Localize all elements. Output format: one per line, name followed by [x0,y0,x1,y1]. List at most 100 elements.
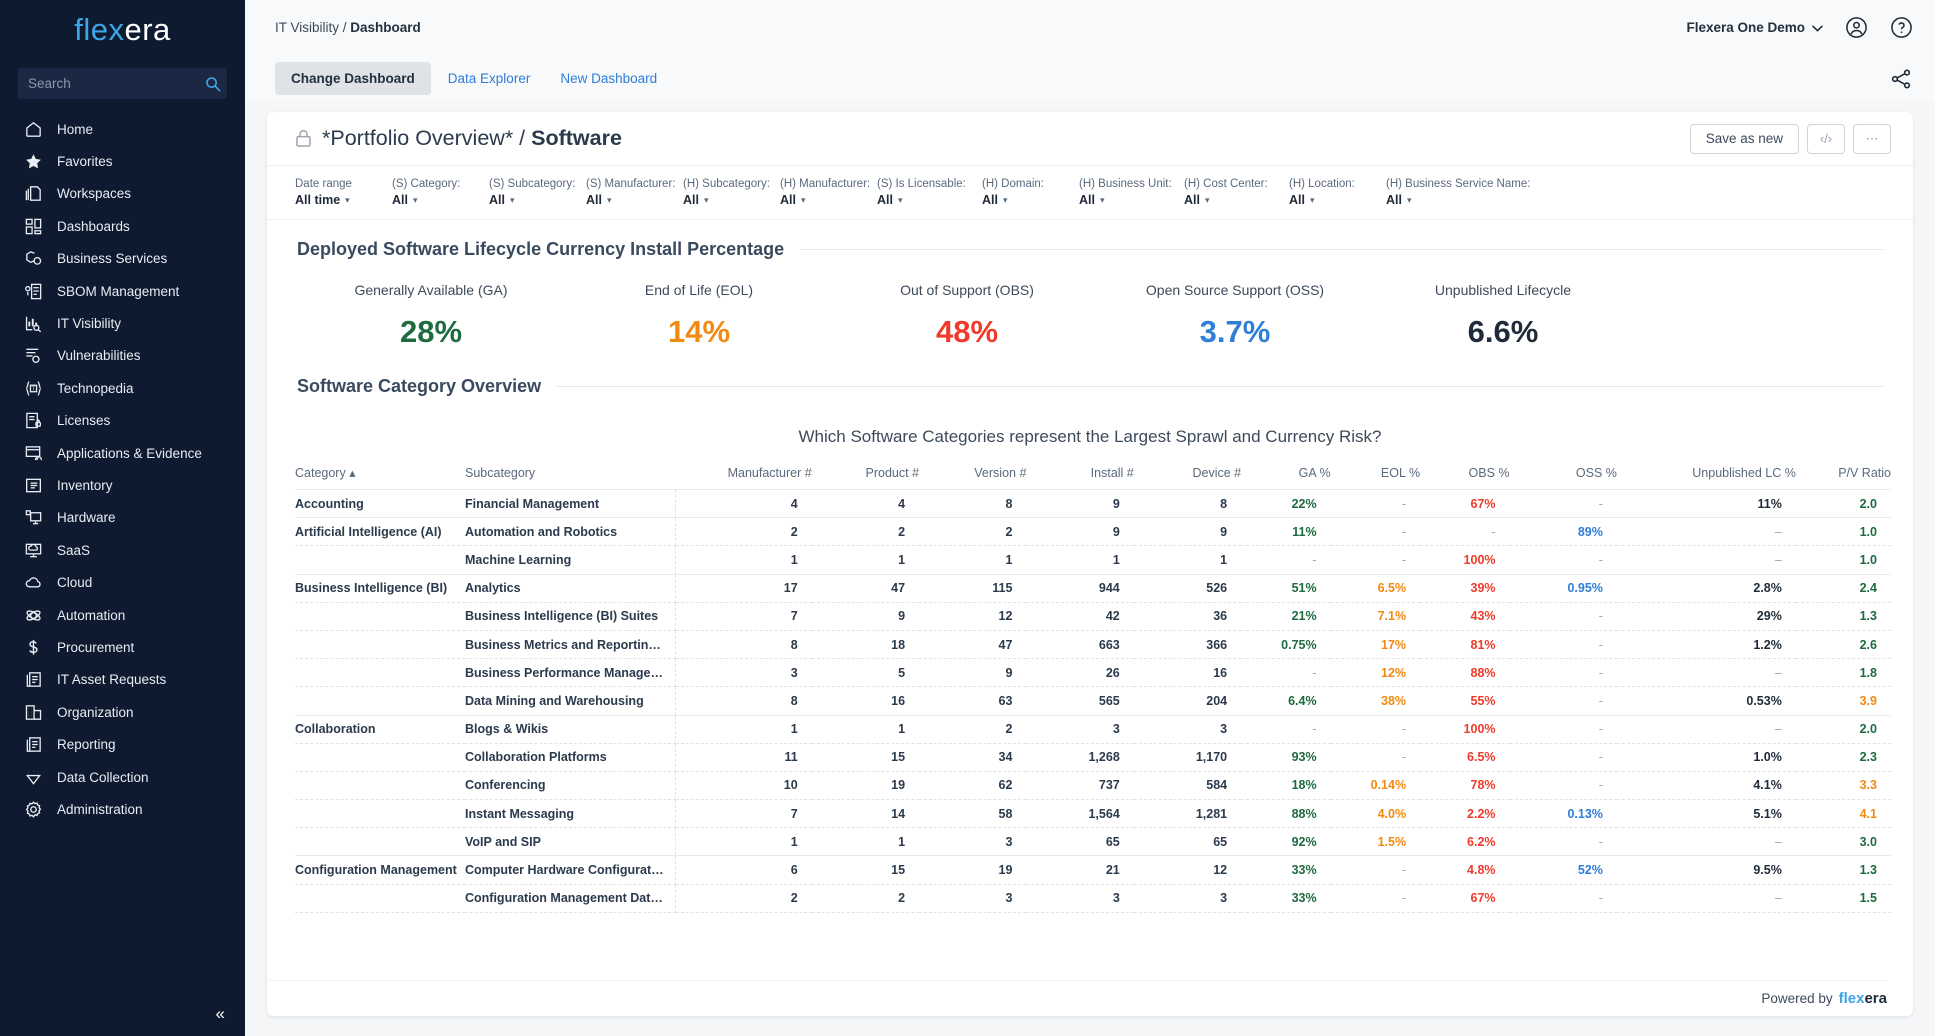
sidebar-item-it-visibility[interactable]: IT Visibility [0,307,245,339]
col-device-count[interactable]: Device # [1134,465,1241,490]
filter-h-manufacturer[interactable]: (H) Manufacturer: All▾ [780,177,877,209]
kpi-generally-available: Generally Available (GA) 28% [297,282,565,350]
sidebar-item-data-collection[interactable]: Data Collection [0,761,245,793]
account-circle-icon[interactable] [1845,16,1868,39]
filter-value[interactable]: All▾ [780,192,877,209]
code-view-button[interactable]: ‹/› [1807,124,1845,154]
tenant-selector[interactable]: Flexera One Demo [1686,20,1823,35]
search-input[interactable] [28,76,205,91]
filter-date-range[interactable]: Date range All time▾ [295,177,392,209]
sidebar-item-sbom-management[interactable]: SBOM Management [0,275,245,307]
sidebar-item-hardware[interactable]: Hardware [0,502,245,534]
filter-value[interactable]: All▾ [982,192,1079,209]
sidebar-item-inventory[interactable]: Inventory [0,469,245,501]
sidebar-item-technopedia[interactable]: T Technopedia [0,372,245,404]
sidebar-item-administration[interactable]: Administration [0,793,245,825]
filter-s-subcategory[interactable]: (S) Subcategory: All▾ [489,177,586,209]
col-unpublished-lc-percent[interactable]: Unpublished LC % [1617,465,1796,490]
table-row[interactable]: Machine Learning11111--100%-–1.0 [295,546,1891,574]
table-row[interactable]: Business Intelligence (BI) Suites7912423… [295,602,1891,630]
sidebar-item-home[interactable]: Home [0,113,245,145]
kpi-unpublished-lifecycle: Unpublished Lifecycle 6.6% [1369,282,1637,350]
table-row[interactable]: Instant Messaging714581,5641,28188%4.0%2… [295,800,1891,828]
table-row[interactable]: Configuration ManagementComputer Hardwar… [295,856,1891,884]
sidebar-item-procurement[interactable]: Procurement [0,631,245,663]
filter-value[interactable]: All▾ [392,192,489,209]
filter-value[interactable]: All▾ [1289,192,1386,209]
search-box[interactable] [18,68,227,99]
filter-h-location[interactable]: (H) Location: All▾ [1289,177,1386,209]
sidebar-item-organization[interactable]: Organization [0,696,245,728]
sidebar-item-business-services[interactable]: Business Services [0,243,245,275]
col-eol-percent[interactable]: EOL % [1331,465,1420,490]
sidebar-item-automation[interactable]: Automation [0,599,245,631]
table-row[interactable]: Conferencing10196273758418%0.14%78%-4.1%… [295,771,1891,799]
col-product-count[interactable]: Product # [812,465,919,490]
cell-manufacturer: 4 [675,490,811,518]
sidebar-item-reporting[interactable]: Reporting [0,728,245,760]
table-row[interactable]: Data Mining and Warehousing816635652046.… [295,687,1891,715]
filter-s-manufacturer[interactable]: (S) Manufacturer: All▾ [586,177,683,209]
table-row[interactable]: CollaborationBlogs & Wikis11233--100%-–2… [295,715,1891,743]
help-circle-icon[interactable] [1890,16,1913,39]
col-pv-ratio[interactable]: P/V Ratio [1796,465,1891,490]
cell-product: 15 [812,743,919,771]
sidebar-item-favorites[interactable]: Favorites [0,145,245,177]
sidebar-item-it-asset-requests[interactable]: IT Asset Requests [0,664,245,696]
cell-subcategory: Collaboration Platforms [465,743,675,771]
table-row[interactable]: AccountingFinancial Management4489822%-6… [295,490,1891,518]
filter-h-subcategory[interactable]: (H) Subcategory: All▾ [683,177,780,209]
sidebar-item-saas[interactable]: SaaS [0,534,245,566]
dashboard-header-actions: Save as new ‹/› ⋯ [1690,124,1891,154]
filter-s-category[interactable]: (S) Category: All▾ [392,177,489,209]
sidebar-item-label: Technopedia [57,381,134,396]
sidebar-item-workspaces[interactable]: Workspaces [0,178,245,210]
filter-value[interactable]: All▾ [1184,192,1289,209]
breadcrumb-parent[interactable]: IT Visibility / [275,20,350,35]
tab-data-explorer[interactable]: Data Explorer [435,62,544,95]
collapse-sidebar-button[interactable]: « [216,1005,225,1022]
sidebar-item-vulnerabilities[interactable]: Vulnerabilities [0,340,245,372]
sidebar-item-cloud[interactable]: Cloud [0,566,245,598]
sidebar-item-label: Favorites [57,154,113,169]
share-icon[interactable] [1889,67,1913,91]
col-ga-percent[interactable]: GA % [1241,465,1330,490]
tab-change-dashboard[interactable]: Change Dashboard [275,62,431,95]
table-row[interactable]: Collaboration Platforms1115341,2681,1709… [295,743,1891,771]
filter-value[interactable]: All▾ [683,192,780,209]
filter-value[interactable]: All time▾ [295,192,392,209]
col-manufacturer-count[interactable]: Manufacturer # [675,465,811,490]
filter-value[interactable]: All▾ [1079,192,1184,209]
filter-h-business-unit[interactable]: (H) Business Unit: All▾ [1079,177,1184,209]
cell-obs: 4.8% [1420,856,1509,884]
table-row[interactable]: Configuration Management Databa...223333… [295,884,1891,912]
sidebar-item-dashboards[interactable]: Dashboards [0,210,245,242]
filter-h-cost-center[interactable]: (H) Cost Center: All▾ [1184,177,1289,209]
col-subcategory[interactable]: Subcategory [465,465,675,490]
filter-value[interactable]: All▾ [1386,192,1491,209]
table-row[interactable]: VoIP and SIP113656592%1.5%6.2%-–3.0 [295,828,1891,856]
filter-s-is-licensable[interactable]: (S) Is Licensable: All▾ [877,177,982,209]
col-oss-percent[interactable]: OSS % [1510,465,1617,490]
table-row[interactable]: Business Performance Management3592616-1… [295,659,1891,687]
col-install-count[interactable]: Install # [1026,465,1133,490]
search-icon[interactable] [205,76,221,92]
bug-list-icon [24,346,43,365]
filter-value[interactable]: All▾ [877,192,982,209]
col-category[interactable]: Category ▴ [295,465,465,490]
col-version-count[interactable]: Version # [919,465,1026,490]
tab-new-dashboard[interactable]: New Dashboard [547,62,670,95]
col-obs-percent[interactable]: OBS % [1420,465,1509,490]
save-as-new-button[interactable]: Save as new [1690,124,1799,154]
filter-value[interactable]: All▾ [586,192,683,209]
table-row[interactable]: Business Metrics and Reporting Tools8184… [295,630,1891,658]
filter-h-domain[interactable]: (H) Domain: All▾ [982,177,1079,209]
filter-value[interactable]: All▾ [489,192,586,209]
table-row[interactable]: Artificial Intelligence (AI)Automation a… [295,518,1891,546]
cell-obs: 100% [1420,546,1509,574]
filter-h-business-service-name[interactable]: (H) Business Service Name: All▾ [1386,177,1491,209]
sidebar-item-licenses[interactable]: Licenses [0,405,245,437]
more-options-button[interactable]: ⋯ [1853,124,1891,154]
table-row[interactable]: Business Intelligence (BI)Analytics17471… [295,574,1891,602]
sidebar-item-applications-evidence[interactable]: Applications & Evidence [0,437,245,469]
